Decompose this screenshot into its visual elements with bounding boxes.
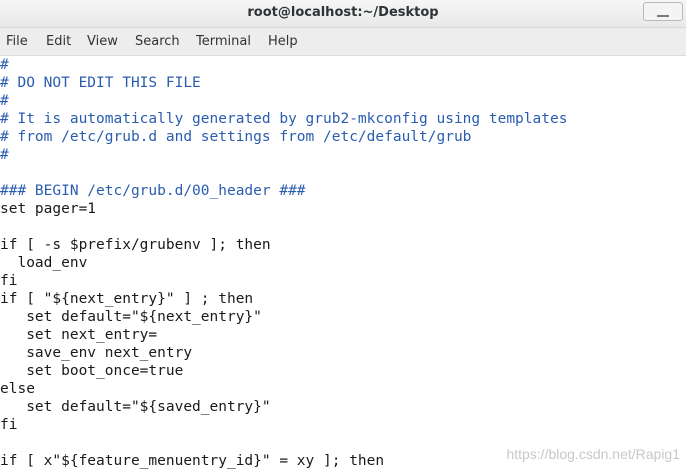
terminal-line: if [ -s $prefix/grubenv ]; then <box>0 237 271 253</box>
menu-view[interactable]: View <box>87 28 118 55</box>
terminal-line: set next_entry= <box>0 327 158 343</box>
terminal-line: ### BEGIN /etc/grub.d/00_header ### <box>0 183 306 199</box>
terminal-line: if [ x"${feature_menuentry_id}" = xy ]; … <box>0 453 385 469</box>
menubar: File Edit View Search Terminal Help <box>0 28 686 56</box>
terminal-line: # from /etc/grub.d and settings from /et… <box>0 129 472 145</box>
terminal-line: set boot_once=true <box>0 363 184 379</box>
minimize-icon <box>657 15 669 17</box>
terminal-line: set default="${next_entry}" <box>0 309 262 325</box>
terminal-line: set pager=1 <box>0 201 97 217</box>
terminal-line: else <box>0 381 35 397</box>
terminal-line: # <box>0 57 9 73</box>
terminal-line: load_env <box>0 255 88 271</box>
watermark-text: https://blog.csdn.net/Rapig1 <box>506 446 680 462</box>
terminal-line: set default="${saved_entry}" <box>0 399 271 415</box>
terminal-line: # DO NOT EDIT THIS FILE <box>0 75 201 91</box>
terminal-line: # <box>0 93 9 109</box>
terminal-line: fi <box>0 273 18 289</box>
menu-file[interactable]: File <box>6 28 28 55</box>
menu-edit[interactable]: Edit <box>46 28 71 55</box>
window-titlebar[interactable]: root@localhost:~/Desktop <box>0 0 686 28</box>
terminal-line: # It is automatically generated by grub2… <box>0 111 568 127</box>
terminal-line: # <box>0 147 9 163</box>
menu-search[interactable]: Search <box>135 28 180 55</box>
terminal-output[interactable]: # # DO NOT EDIT THIS FILE # # It is auto… <box>0 56 686 475</box>
minimize-button[interactable] <box>643 2 683 21</box>
terminal-line: fi <box>0 417 18 433</box>
menu-terminal[interactable]: Terminal <box>196 28 251 55</box>
terminal-line: save_env next_entry <box>0 345 193 361</box>
window-title: root@localhost:~/Desktop <box>247 5 439 20</box>
menu-help[interactable]: Help <box>268 28 298 55</box>
terminal-line: if [ "${next_entry}" ] ; then <box>0 291 254 307</box>
